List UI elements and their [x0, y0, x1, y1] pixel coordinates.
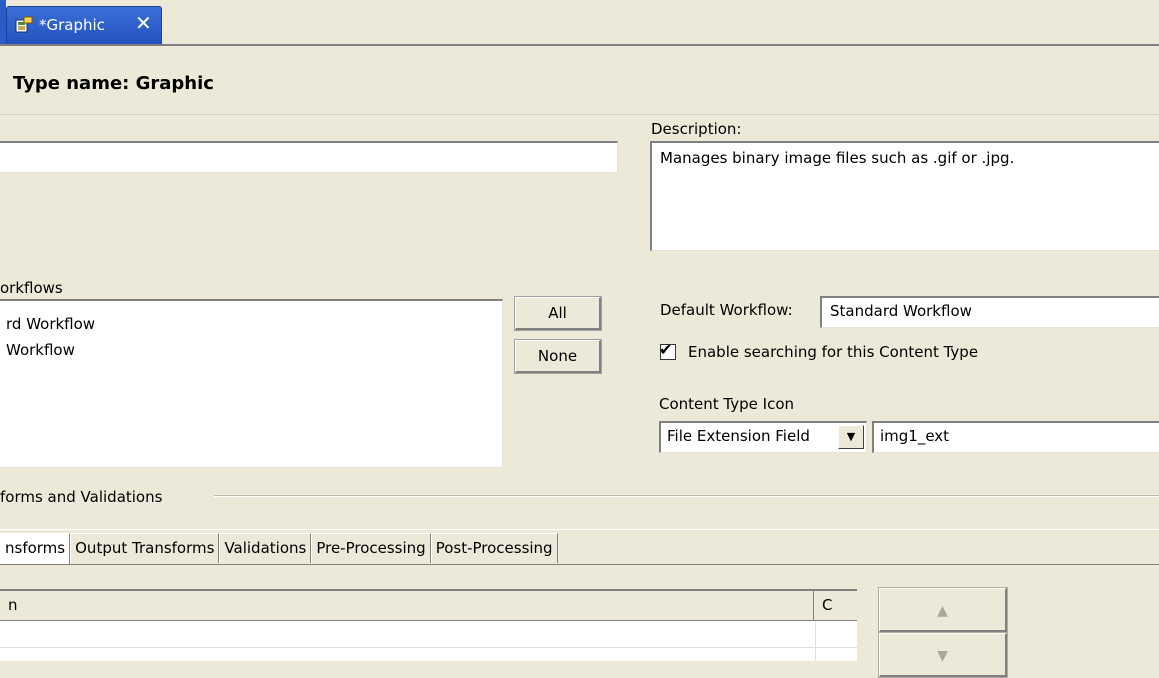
check-mark-icon: ✔ [659, 340, 673, 359]
content-type-icon [15, 16, 33, 34]
page-title: Type name: Graphic [13, 73, 214, 94]
list-item[interactable]: rd Workflow [6, 311, 496, 337]
group-title: forms and Validations [0, 488, 163, 506]
tab-title: *Graphic [39, 16, 105, 34]
arrow-up-icon: ▲ [937, 603, 948, 619]
column-header-name[interactable]: n [8, 596, 18, 614]
name-field[interactable] [0, 141, 618, 173]
select-value: File Extension Field [667, 427, 810, 445]
icon-source-select[interactable]: File Extension Field [659, 421, 867, 453]
arrow-down-icon: ▼ [937, 648, 948, 664]
select-all-button[interactable]: All [514, 296, 602, 331]
select-none-button[interactable]: None [514, 339, 602, 374]
move-down-button[interactable]: ▼ [878, 632, 1008, 678]
description-textarea[interactable]: Manages binary image files such as .gif … [650, 141, 1159, 251]
column-header-c[interactable]: C [822, 596, 832, 614]
enable-search-label: Enable searching for this Content Type [688, 343, 979, 361]
default-workflow-label: Default Workflow: [660, 301, 793, 319]
tab-output-transforms[interactable]: Output Transforms [70, 533, 220, 563]
table-header [0, 591, 857, 621]
list-item[interactable]: Workflow [6, 337, 496, 363]
column-divider[interactable] [813, 591, 814, 621]
tab-input-transforms[interactable]: nsforms [0, 533, 71, 565]
tab-pre-processing[interactable]: Pre-Processing [311, 533, 431, 563]
tab-post-processing[interactable]: Post-Processing [430, 533, 558, 563]
subtabs-base-rule [0, 564, 1159, 565]
chevron-down-icon[interactable]: ▼ [838, 425, 864, 449]
workflows-list[interactable]: rd Workflow Workflow [0, 299, 503, 468]
icon-field-input[interactable]: img1_ext [872, 421, 1159, 453]
content-type-icon-label: Content Type Icon [659, 395, 794, 413]
header-divider [0, 114, 1159, 115]
move-up-button[interactable]: ▲ [878, 587, 1008, 633]
transforms-tabs: nsforms Output Transforms Validations Pre-P… [0, 533, 558, 565]
subtabs-top-rule [0, 529, 1159, 530]
default-workflow-field[interactable]: Standard Workflow [820, 296, 1159, 328]
close-icon[interactable]: ✕ [135, 13, 152, 33]
tab-graphic[interactable]: *Graphic ✕ [6, 6, 162, 44]
table-row[interactable] [0, 647, 857, 648]
editor-tab-strip [0, 0, 1159, 46]
description-label: Description: [651, 120, 742, 138]
tab-validations[interactable]: Validations [219, 533, 312, 563]
table-cell-divider [815, 621, 816, 661]
workflows-label: orkflows [0, 279, 63, 297]
group-divider-highlight [214, 496, 1159, 497]
